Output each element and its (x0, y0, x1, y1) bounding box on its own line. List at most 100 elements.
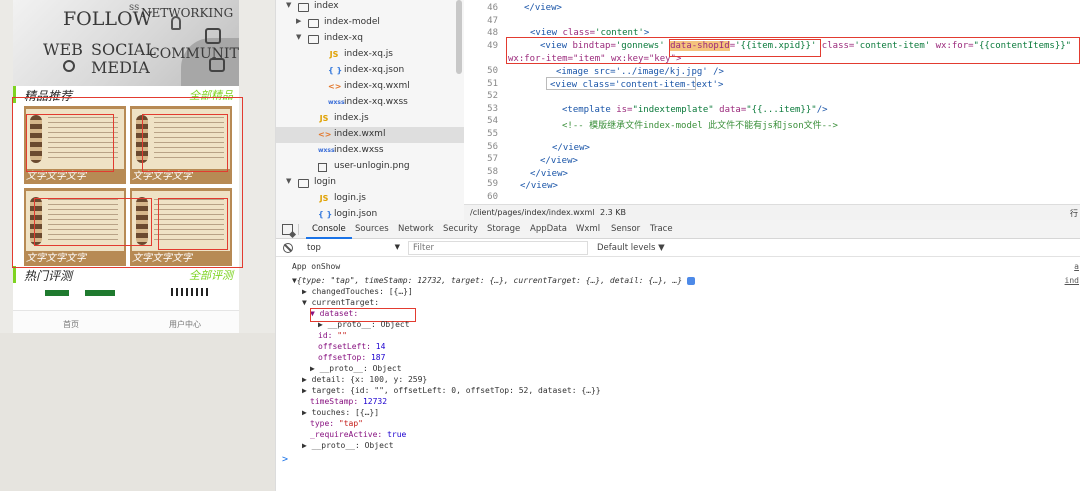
featured-item[interactable]: 文字文字文字 (130, 106, 232, 184)
chevron-down-icon[interactable]: ▼ (286, 1, 295, 9)
log-levels-select[interactable]: Default levels ▼ (597, 243, 665, 253)
chevron-down-icon[interactable]: ▼ (286, 177, 295, 185)
lightbulb-icon (171, 16, 181, 30)
tab-appdata[interactable]: AppData (530, 224, 567, 234)
tab-network[interactable]: Network (398, 224, 434, 234)
tree-node[interactable]: ▶ touches: [{…}] (302, 408, 379, 417)
property-row: timeStamp: 12732 (310, 397, 387, 406)
chevron-down-icon[interactable]: ▼ (296, 33, 305, 41)
section-more-link[interactable]: 全部评测 (189, 267, 233, 283)
featured-item[interactable]: 文字文字文字 (130, 188, 232, 266)
context-value: top (307, 243, 321, 253)
section-header-featured: 精品推荐 全部精品 (13, 86, 239, 103)
tree-item[interactable]: JS login.js (276, 191, 464, 207)
tree-item[interactable]: ▼ login (276, 175, 464, 191)
folder-file-icon (308, 35, 319, 44)
tree-item[interactable]: JS index.js (276, 111, 464, 127)
code-line: </view> (552, 143, 590, 153)
section-more-link[interactable]: 全部精品 (189, 87, 233, 103)
code-area[interactable]: </view> <view class='content'> <view bin… (464, 0, 1080, 204)
tree-item[interactable]: <> index.wxml (276, 127, 464, 143)
chevron-right-icon[interactable]: ▶ (296, 17, 305, 25)
png-file-icon (318, 163, 327, 172)
tree-node[interactable]: ▼ currentTarget: (302, 298, 379, 307)
tree-item-label: index-xq.wxml (344, 81, 410, 91)
tab-console[interactable]: Console (306, 224, 352, 239)
tree-item-label: login.js (334, 193, 366, 203)
code-token: 'content-item' (854, 41, 931, 51)
console-toolbar: top ▼ Default levels ▼ (276, 239, 1080, 257)
tab-user-center[interactable]: 用户中心 (169, 319, 201, 330)
tree-item-label: index.wxss (334, 145, 384, 155)
tree-node[interactable]: ▶ detail: {x: 100, y: 259} (302, 375, 427, 384)
code-token: "indextemplate" (632, 105, 714, 115)
code-token: class= (816, 41, 855, 51)
source-link[interactable]: a (1074, 262, 1079, 271)
json-file-icon: { } (318, 210, 333, 219)
chevron-down-icon: ▼ (394, 243, 400, 251)
property-value: "" (337, 331, 347, 340)
file-size: 2.3 KB (600, 208, 626, 217)
tab-security[interactable]: Security (443, 224, 478, 234)
property-key: timeStamp: (310, 397, 363, 406)
tree-item[interactable]: <> index-xq.wxml (276, 79, 464, 95)
tree-item[interactable]: { } index-xq.json (276, 63, 464, 79)
tree-item[interactable]: ▶ index-model (276, 15, 464, 31)
code-token: <view (530, 28, 563, 38)
tab-storage[interactable]: Storage (487, 224, 520, 234)
object-summary: ▼{type: "tap", timeStamp: 12732, target:… (292, 276, 683, 285)
property-value: "tap" (338, 419, 363, 428)
tree-node-dataset[interactable]: ▼ dataset: (310, 309, 358, 318)
featured-item[interactable]: 文字文字文字 (24, 188, 126, 266)
code-token: 'content' (595, 28, 644, 38)
tab-home[interactable]: 首页 (63, 319, 79, 330)
tree-node[interactable]: ▶ __proto__: Object (302, 441, 394, 450)
filter-input[interactable] (408, 241, 588, 255)
inspect-element-icon[interactable] (282, 224, 293, 235)
js-file-icon: JS (329, 50, 339, 59)
console-output[interactable]: App onShow a ▼{type: "tap", timeStamp: 1… (276, 257, 1080, 491)
devtools-tabbar: Console Sources Network Security Storage… (276, 220, 1080, 239)
source-link[interactable]: ind (1065, 276, 1079, 285)
code-token: bindtap= (572, 41, 616, 51)
section-title: 精品推荐 (24, 89, 73, 103)
code-token: '{{item.xpid}}' (735, 41, 817, 51)
tree-item-label: login.json (334, 209, 378, 219)
tree-node[interactable]: ▶ target: {id: "", offsetLeft: 0, offset… (302, 386, 601, 395)
context-select[interactable]: top ▼ (302, 241, 402, 255)
tree-item[interactable]: { } login.json (276, 207, 464, 220)
tab-sources[interactable]: Sources (355, 224, 389, 234)
devtools-panel: Console Sources Network Security Storage… (275, 220, 1080, 491)
tab-trace[interactable]: Trace (650, 224, 673, 234)
code-line: <template is="indextemplate" data="{{...… (562, 105, 828, 115)
tree-item[interactable]: JS index-xq.js (276, 47, 464, 63)
property-key: type: (310, 419, 339, 428)
console-prompt[interactable]: > (282, 454, 288, 465)
code-editor[interactable]: 46 47 48 49 50 51 52 53 54 55 56 57 58 59 60 </view> <… (464, 0, 1080, 204)
banner-image[interactable]: FOLLOW ss NETWORKING WEB SOCIAL COMMUNIT… (13, 0, 239, 86)
console-object[interactable]: ▼{type: "tap", timeStamp: 12732, target:… (292, 276, 695, 285)
tree-item[interactable]: wxss index-xq.wxss (276, 95, 464, 111)
tab-wxml[interactable]: Wxml (576, 224, 600, 234)
property-row: id: "" (318, 331, 347, 340)
tab-sensor[interactable]: Sensor (611, 224, 640, 234)
separator (298, 224, 299, 235)
tab-bar: 首页 用户中心 (13, 310, 239, 333)
tree-item[interactable]: wxss index.wxss (276, 143, 464, 159)
featured-item[interactable]: 文字文字文字 (24, 106, 126, 184)
tree-item[interactable]: user-unlogin.png (276, 159, 464, 175)
code-token: <template (562, 105, 617, 115)
item-image (26, 109, 124, 169)
tree-item[interactable]: ▼ index (276, 0, 464, 15)
property-row: offsetTop: 187 (318, 353, 385, 362)
tree-node[interactable]: ▶ changedTouches: [{…}] (302, 287, 413, 296)
clear-console-icon[interactable] (283, 243, 293, 253)
code-token: > (643, 28, 650, 38)
wxss-file-icon: wxss (328, 99, 345, 106)
tree-node[interactable]: ▶ __proto__: Object (318, 320, 410, 329)
tree-scrollbar[interactable] (456, 0, 462, 74)
code-line: </view> (524, 3, 562, 13)
tree-item[interactable]: ▼ index-xq (276, 31, 464, 47)
code-token: wx:for= (930, 41, 974, 51)
tree-node[interactable]: ▶ __proto__: Object (310, 364, 402, 373)
